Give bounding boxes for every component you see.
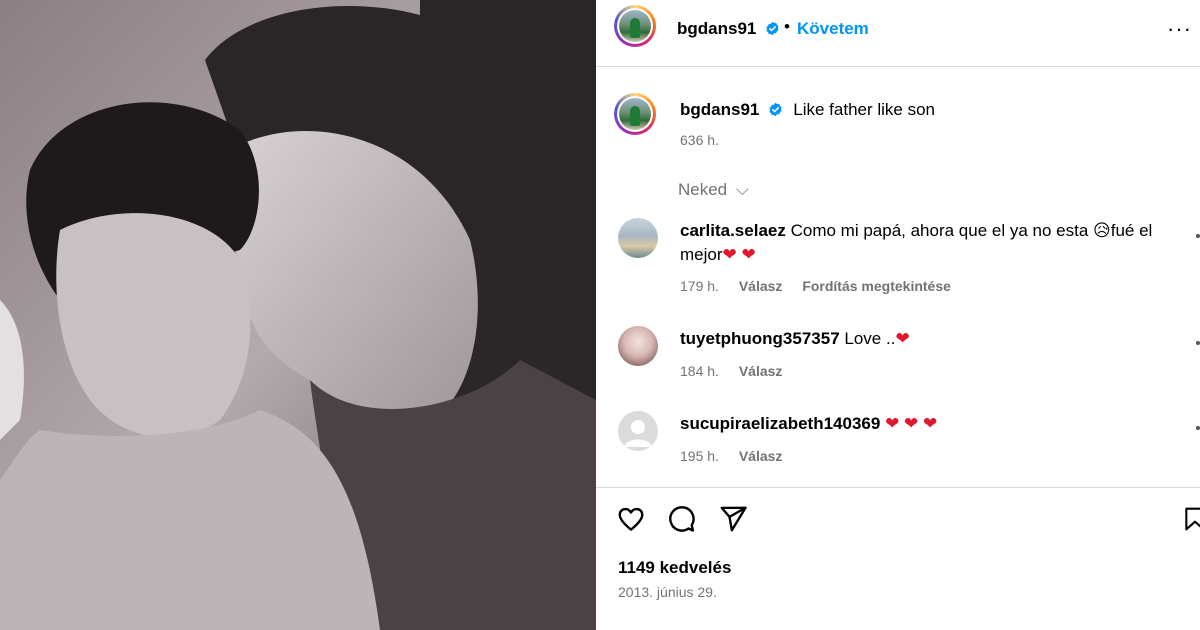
bookmark-icon[interactable] [1182,504,1200,534]
caption-author-avatar[interactable] [614,93,656,135]
likes-count[interactable]: 1149 kedvelés [618,558,731,578]
comment-text: Love .. [844,329,896,348]
caption-text: Like father like son [793,100,936,119]
comment-hearts: ❤ ❤ [722,245,756,264]
author-avatar[interactable] [614,5,656,47]
comments-filter-dropdown[interactable]: Neked ⌵ [678,180,749,200]
default-user-icon [624,420,652,447]
comment-bubble-icon[interactable] [666,504,696,534]
caption-author[interactable]: bgdans91 [680,100,759,119]
comment-item: tuyetphuong357357 Love ..❤ [680,327,1180,351]
post-header: bgdans91 • Követem ··· [596,0,1200,67]
post-panel: bgdans91 • Követem ··· bgdans91 Like fat… [596,0,1200,630]
comment-hearts: ❤ [895,329,910,348]
header-author: bgdans91 [677,19,780,39]
comment-age: 195 h. [680,448,719,464]
more-options-icon[interactable]: ··· [1167,16,1192,42]
comment-like-icon[interactable] [1196,234,1200,238]
comment-item: carlita.selaez Como mi papá, ahora que e… [680,219,1180,267]
comment-username[interactable]: sucupiraelizabeth140369 [680,414,880,433]
verified-badge-icon [766,21,779,36]
comment-hearts: ❤ ❤ ❤ [885,414,938,433]
comment-meta: 179 h. Válasz Fordítás megtekintése [680,278,951,294]
comment-avatar[interactable] [618,326,658,366]
comment-username[interactable]: tuyetphuong357357 [680,329,840,348]
reply-button[interactable]: Válasz [739,278,783,294]
paper-plane-icon[interactable] [718,504,748,534]
comment-meta: 184 h. Válasz [680,363,782,379]
reply-button[interactable]: Válasz [739,363,783,379]
comment-age: 184 h. [680,363,719,379]
post-photo-illustration [0,0,596,630]
heart-outline-icon[interactable] [616,504,646,534]
caption-age: 636 h. [680,132,719,148]
comment-username[interactable]: carlita.selaez [680,221,786,240]
comment-age: 179 h. [680,278,719,294]
see-translation-button[interactable]: Fordítás megtekintése [802,278,951,294]
author-username[interactable]: bgdans91 [677,19,756,38]
comment-avatar[interactable] [618,218,658,258]
comment-meta: 195 h. Válasz [680,448,782,464]
header-separator: • [784,17,790,36]
actions-divider [596,487,1200,488]
comment-avatar[interactable] [618,411,658,451]
verified-badge-icon [769,102,782,117]
post-photo [0,0,596,630]
caption: bgdans91 Like father like son [680,100,935,120]
comment-like-icon[interactable] [1196,341,1200,345]
comment-item: sucupiraelizabeth140369 ❤ ❤ ❤ [680,412,1180,436]
post-date[interactable]: 2013. június 29. [618,584,717,600]
following-button[interactable]: Követem [797,19,869,39]
comments-filter-label: Neked [678,180,728,199]
comment-like-icon[interactable] [1196,426,1200,430]
chevron-down-icon: ⌵ [735,180,749,199]
reply-button[interactable]: Válasz [739,448,783,464]
